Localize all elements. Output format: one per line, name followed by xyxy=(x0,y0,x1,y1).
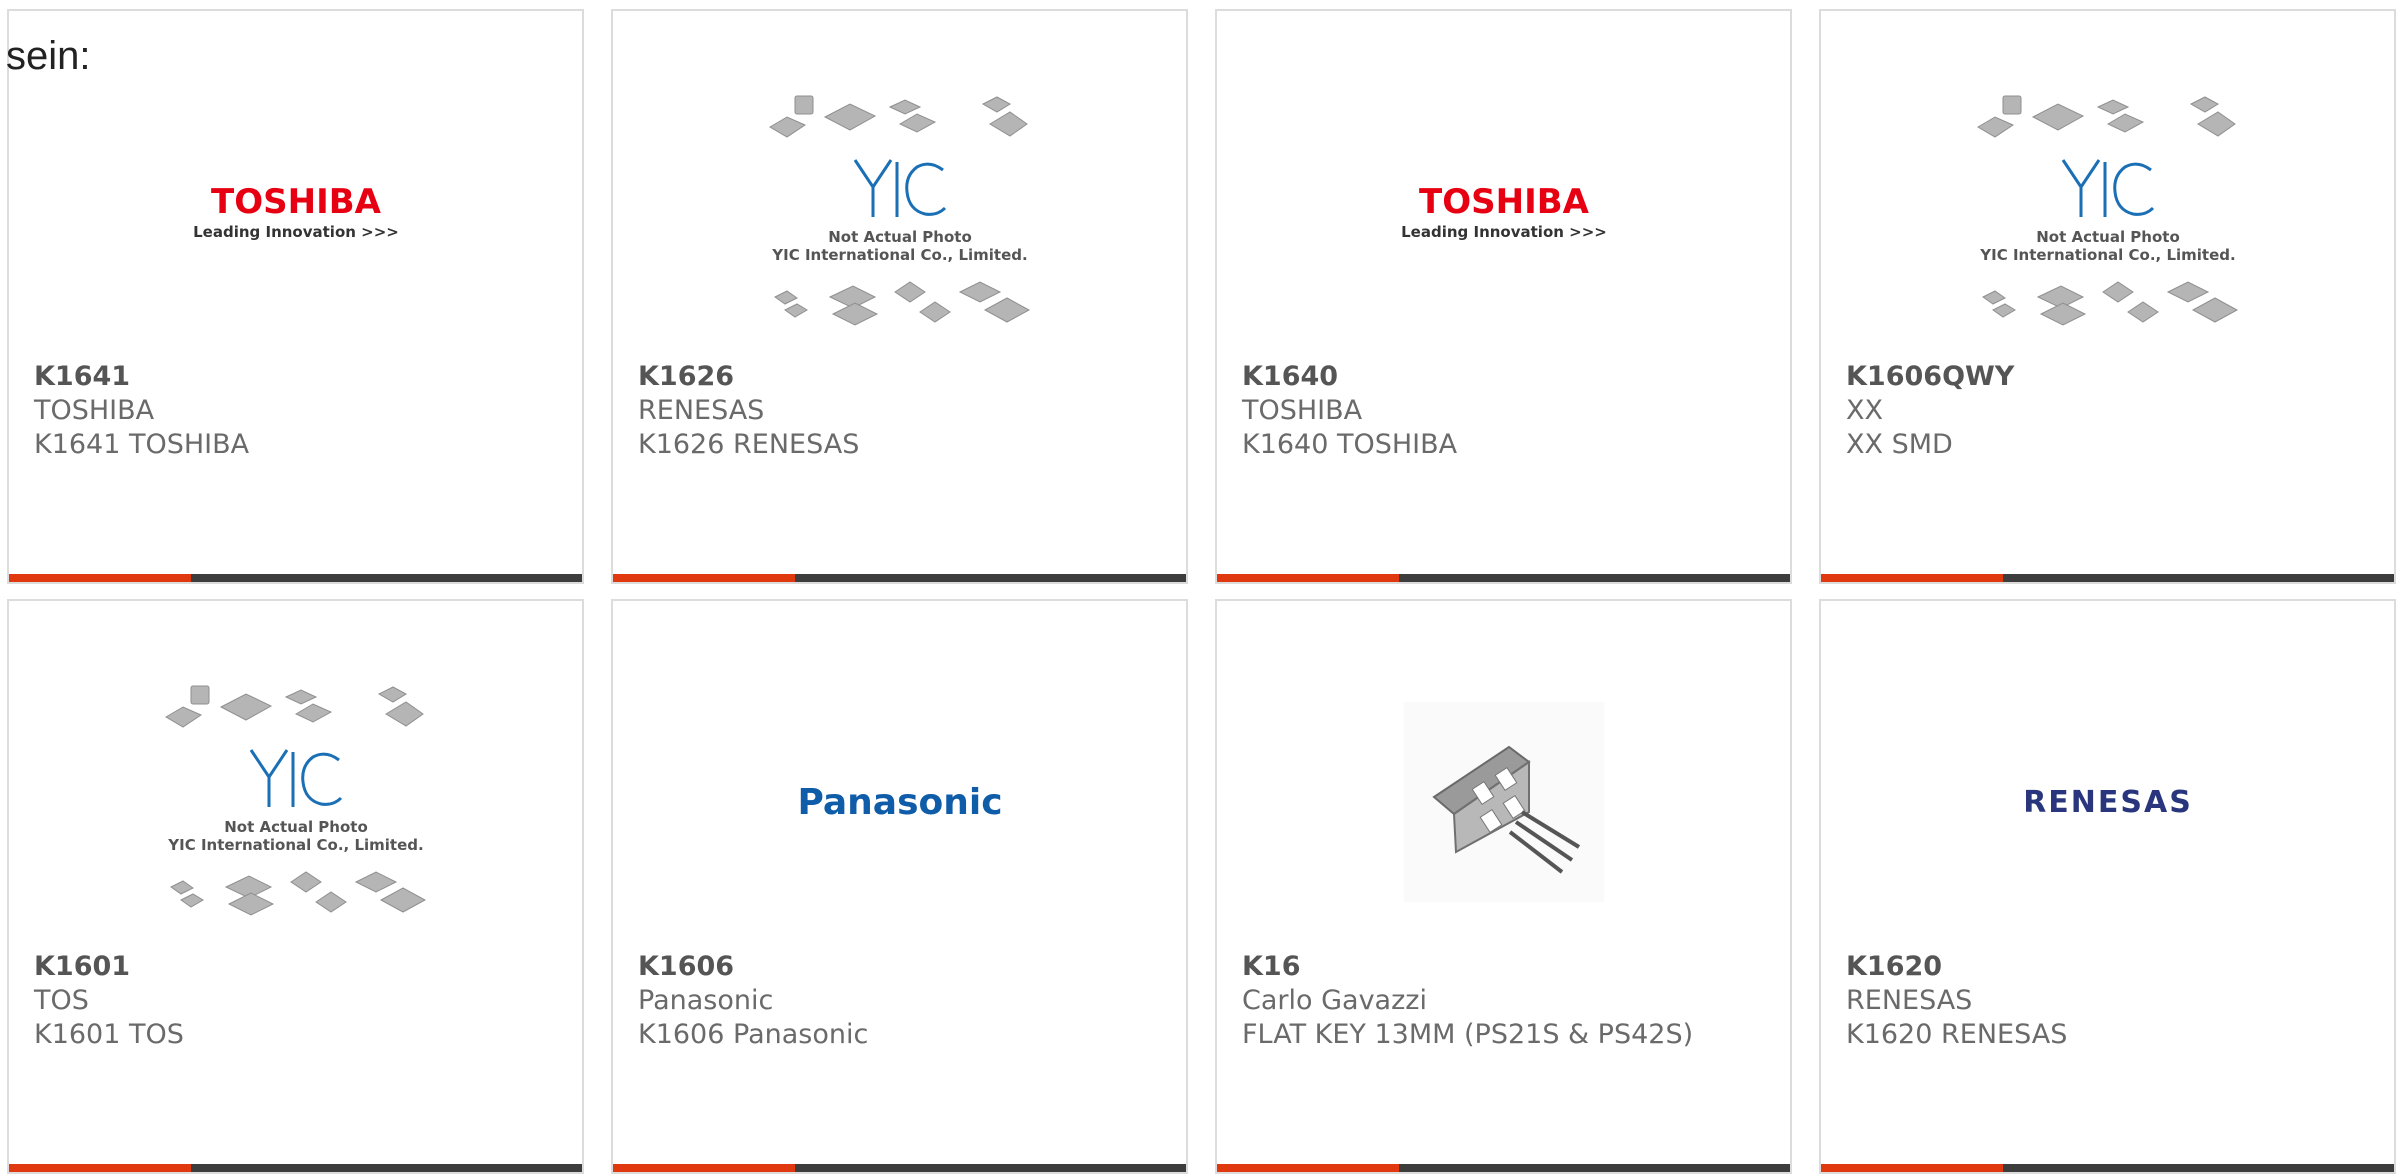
brand-name: RENESAS xyxy=(1846,985,1973,1016)
product-image[interactable]: TOSHIBA Leading Innovation >>> xyxy=(1217,67,1790,357)
flat-key-photo xyxy=(1403,702,1604,902)
brand-name: Carlo Gavazzi xyxy=(1242,985,1427,1016)
svg-text:Leading Innovation >>>: Leading Innovation >>> xyxy=(1401,223,1607,241)
svg-text:Not Actual Photo: Not Actual Photo xyxy=(828,228,972,246)
card-accent-bar xyxy=(1821,1164,2003,1172)
product-description: XX SMD xyxy=(1846,429,1953,460)
product-card[interactable]: Not Actual Photo YIC International Co., … xyxy=(611,9,1188,584)
product-image[interactable]: Not Actual Photo YIC International Co., … xyxy=(613,67,1186,357)
product-card[interactable]: Panasonic K1606 Panasonic K1606 Panasoni… xyxy=(611,599,1188,1174)
product-description: K1606 Panasonic xyxy=(638,1019,869,1050)
card-bottom-bar xyxy=(613,1164,1186,1172)
brand-name: TOS xyxy=(34,985,89,1016)
svg-text:Leading Innovation >>>: Leading Innovation >>> xyxy=(193,223,399,241)
brand-name: RENESAS xyxy=(638,395,765,426)
svg-text:YIC International Co., Limited: YIC International Co., Limited. xyxy=(167,836,423,854)
product-info: K1601 TOS K1601 TOS xyxy=(34,950,566,1052)
product-info: K1606QWY XX XX SMD xyxy=(1846,360,2378,462)
card-bottom-bar xyxy=(1217,1164,1790,1172)
part-number[interactable]: K1606QWY xyxy=(1846,360,2378,394)
svg-text:TOSHIBA: TOSHIBA xyxy=(211,182,382,222)
brand-name: TOSHIBA xyxy=(1242,395,1363,426)
part-number[interactable]: K1626 xyxy=(638,360,1170,394)
product-info: K1620 RENESAS K1620 RENESAS xyxy=(1846,950,2378,1052)
product-image[interactable] xyxy=(1217,657,1790,947)
card-accent-bar xyxy=(1217,1164,1399,1172)
product-card[interactable]: RENESAS K1620 RENESAS K1620 RENESAS xyxy=(1819,599,2396,1174)
product-grid: TOSHIBA Leading Innovation >>> K1641 TOS… xyxy=(0,0,2400,1174)
svg-text:Panasonic: Panasonic xyxy=(797,782,1002,823)
card-accent-bar xyxy=(1821,574,2003,582)
product-description: K1640 TOSHIBA xyxy=(1242,429,1458,460)
part-number[interactable]: K1606 xyxy=(638,950,1170,984)
svg-text:YIC International Co., Limited: YIC International Co., Limited. xyxy=(1979,246,2235,264)
yic-placeholder-image: Not Actual Photo YIC International Co., … xyxy=(164,685,426,916)
brand-name: Panasonic xyxy=(638,985,774,1016)
svg-text:Not Actual Photo: Not Actual Photo xyxy=(2036,228,2180,246)
product-card[interactable]: K16 Carlo Gavazzi FLAT KEY 13MM (PS21S &… xyxy=(1215,599,1792,1174)
part-number[interactable]: K1601 xyxy=(34,950,566,984)
card-bottom-bar xyxy=(613,574,1186,582)
product-info: K1606 Panasonic K1606 Panasonic xyxy=(638,950,1170,1052)
card-accent-bar xyxy=(613,574,795,582)
card-accent-bar xyxy=(1217,574,1399,582)
product-card[interactable]: Not Actual Photo YIC International Co., … xyxy=(1819,9,2396,584)
brand-name: XX xyxy=(1846,395,1883,426)
yic-placeholder-image: Not Actual Photo YIC International Co., … xyxy=(1976,95,2238,326)
card-bottom-bar xyxy=(9,574,582,582)
product-description: K1620 RENESAS xyxy=(1846,1019,2068,1050)
product-info: K16 Carlo Gavazzi FLAT KEY 13MM (PS21S &… xyxy=(1242,950,1774,1052)
card-accent-bar xyxy=(613,1164,795,1172)
product-info: K1641 TOSHIBA K1641 TOSHIBA xyxy=(34,360,566,462)
part-number[interactable]: K1640 xyxy=(1242,360,1774,394)
svg-text:TOSHIBA: TOSHIBA xyxy=(1419,182,1590,222)
card-bottom-bar xyxy=(1217,574,1790,582)
product-image[interactable]: RENESAS xyxy=(1821,657,2394,947)
product-description: FLAT KEY 13MM (PS21S & PS42S) xyxy=(1242,1019,1694,1050)
yic-placeholder-image: Not Actual Photo YIC International Co., … xyxy=(768,95,1030,326)
toshiba-logo: TOSHIBA Leading Innovation >>> xyxy=(1401,182,1607,241)
part-number[interactable]: K1641 xyxy=(34,360,566,394)
product-description: K1601 TOS xyxy=(34,1019,184,1050)
card-bottom-bar xyxy=(9,1164,582,1172)
product-card[interactable]: TOSHIBA Leading Innovation >>> K1641 TOS… xyxy=(7,9,584,584)
product-image[interactable]: Panasonic xyxy=(613,657,1186,947)
toshiba-logo: TOSHIBA Leading Innovation >>> xyxy=(193,182,399,241)
card-bottom-bar xyxy=(1821,574,2394,582)
product-image[interactable]: TOSHIBA Leading Innovation >>> xyxy=(9,67,582,357)
part-number[interactable]: K16 xyxy=(1242,950,1774,984)
svg-text:YIC International Co., Limited: YIC International Co., Limited. xyxy=(771,246,1027,264)
product-card[interactable]: TOSHIBA Leading Innovation >>> K1640 TOS… xyxy=(1215,9,1792,584)
product-image[interactable]: Not Actual Photo YIC International Co., … xyxy=(1821,67,2394,357)
renesas-logo: RENESAS xyxy=(2023,785,2193,820)
panasonic-logo: Panasonic xyxy=(797,782,1002,823)
product-card[interactable]: Not Actual Photo YIC International Co., … xyxy=(7,599,584,1174)
product-image[interactable]: Not Actual Photo YIC International Co., … xyxy=(9,657,582,947)
part-number[interactable]: K1620 xyxy=(1846,950,2378,984)
product-info: K1640 TOSHIBA K1640 TOSHIBA xyxy=(1242,360,1774,462)
svg-text:RENESAS: RENESAS xyxy=(2023,785,2193,820)
card-bottom-bar xyxy=(1821,1164,2394,1172)
product-info: K1626 RENESAS K1626 RENESAS xyxy=(638,360,1170,462)
svg-text:Not Actual Photo: Not Actual Photo xyxy=(224,818,368,836)
card-accent-bar xyxy=(9,1164,191,1172)
product-description: K1626 RENESAS xyxy=(638,429,860,460)
intro-text: sein: xyxy=(6,34,91,78)
product-description: K1641 TOSHIBA xyxy=(34,429,250,460)
card-accent-bar xyxy=(9,574,191,582)
brand-name: TOSHIBA xyxy=(34,395,155,426)
